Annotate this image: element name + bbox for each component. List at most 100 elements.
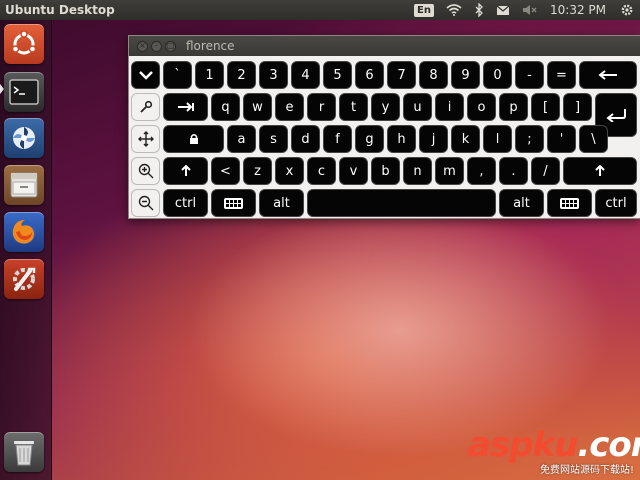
enter-arrow-icon: [606, 109, 626, 122]
key-shift-left[interactable]: [163, 157, 208, 185]
trash-icon: [14, 441, 34, 466]
key-h[interactable]: h: [387, 125, 416, 153]
bluetooth-indicator[interactable]: [468, 0, 490, 20]
maximize-button[interactable]: □: [165, 40, 176, 52]
key-n[interactable]: n: [403, 157, 432, 185]
key-s[interactable]: s: [259, 125, 288, 153]
key-bracket-left[interactable]: [: [531, 93, 560, 121]
key-4[interactable]: 4: [291, 61, 320, 89]
aspku-watermark: aspku.com 免费网站源码下载站!: [468, 425, 640, 477]
session-indicator[interactable]: [614, 0, 640, 20]
move-tool-key[interactable]: [131, 125, 160, 153]
key-bracket-right[interactable]: ]: [563, 93, 592, 121]
watermark-logo: aspku.com: [468, 425, 640, 465]
key-r[interactable]: r: [307, 93, 336, 121]
close-button[interactable]: ×: [137, 40, 148, 52]
key-backspace[interactable]: [579, 61, 637, 89]
key-7[interactable]: 7: [387, 61, 416, 89]
key-space[interactable]: [307, 189, 496, 217]
florence-titlebar[interactable]: × – □ florence: [129, 36, 640, 56]
launcher-item-trash[interactable]: [4, 432, 44, 472]
arrow-up-icon: [180, 165, 191, 176]
key-comma[interactable]: ,: [467, 157, 496, 185]
keyboard-icon: [224, 197, 243, 209]
clock[interactable]: 10:32 PM: [544, 0, 614, 20]
launcher-item-shotwell[interactable]: [4, 118, 44, 158]
launcher-item-system-settings[interactable]: [4, 259, 44, 299]
key-a[interactable]: a: [227, 125, 256, 153]
key-backslash[interactable]: \: [579, 125, 608, 153]
key-3[interactable]: 3: [259, 61, 288, 89]
file-cabinet-icon: [10, 172, 38, 198]
speaker-muted-icon: [523, 5, 537, 15]
key-super-left[interactable]: [211, 189, 256, 217]
key-d[interactable]: d: [291, 125, 320, 153]
key-semicolon[interactable]: ;: [515, 125, 544, 153]
key-t[interactable]: t: [339, 93, 368, 121]
key-9[interactable]: 9: [451, 61, 480, 89]
key-2[interactable]: 2: [227, 61, 256, 89]
key-g[interactable]: g: [355, 125, 384, 153]
terminal-icon: [9, 79, 39, 105]
key-b[interactable]: b: [371, 157, 400, 185]
key-less-than[interactable]: <: [211, 157, 240, 185]
key-c[interactable]: c: [307, 157, 336, 185]
key-u[interactable]: u: [403, 93, 432, 121]
key-ctrl-left[interactable]: ctrl: [163, 189, 208, 217]
key-backtick[interactable]: `: [163, 61, 192, 89]
key-y[interactable]: y: [371, 93, 400, 121]
system-tray: En 10:32 PM: [408, 0, 640, 20]
key-m[interactable]: m: [435, 157, 464, 185]
key-slash[interactable]: /: [531, 157, 560, 185]
key-1[interactable]: 1: [195, 61, 224, 89]
key-minus[interactable]: -: [515, 61, 544, 89]
launcher-item-dash[interactable]: [4, 24, 44, 64]
key-o[interactable]: o: [467, 93, 496, 121]
key-equals[interactable]: =: [547, 61, 576, 89]
key-i[interactable]: i: [435, 93, 464, 121]
zoom-out-icon: [138, 195, 153, 211]
key-tab[interactable]: [163, 93, 208, 121]
key-0[interactable]: 0: [483, 61, 512, 89]
key-q[interactable]: q: [211, 93, 240, 121]
key-w[interactable]: w: [243, 93, 272, 121]
key-caps-lock[interactable]: [163, 125, 224, 153]
key-alt-left[interactable]: alt: [259, 189, 304, 217]
firefox-icon: [12, 220, 36, 244]
key-6[interactable]: 6: [355, 61, 384, 89]
launcher-item-terminal[interactable]: [4, 72, 44, 112]
key-z[interactable]: z: [243, 157, 272, 185]
key-x[interactable]: x: [275, 157, 304, 185]
key-v[interactable]: v: [339, 157, 368, 185]
messaging-indicator[interactable]: [490, 0, 516, 20]
collapse-key[interactable]: [131, 61, 160, 89]
zoom-in-icon: [138, 163, 153, 179]
key-period[interactable]: .: [499, 157, 528, 185]
shotwell-icon: [13, 127, 35, 149]
unity-launcher: [0, 20, 52, 480]
launcher-item-firefox[interactable]: [4, 212, 44, 252]
key-p[interactable]: p: [499, 93, 528, 121]
launcher-item-files[interactable]: [4, 165, 44, 205]
zoom-in-tool-key[interactable]: [131, 157, 160, 185]
key-shift-right[interactable]: [563, 157, 637, 185]
key-super-right[interactable]: [547, 189, 592, 217]
chevron-down-icon: [138, 71, 153, 80]
key-j[interactable]: j: [419, 125, 448, 153]
window-title: florence: [186, 39, 235, 53]
network-indicator[interactable]: [440, 0, 468, 20]
minimize-button[interactable]: –: [151, 40, 162, 52]
key-e[interactable]: e: [275, 93, 304, 121]
key-k[interactable]: k: [451, 125, 480, 153]
sound-indicator[interactable]: [516, 0, 544, 20]
config-tool-key[interactable]: [131, 93, 160, 121]
key-quote[interactable]: ': [547, 125, 576, 153]
key-5[interactable]: 5: [323, 61, 352, 89]
key-l[interactable]: l: [483, 125, 512, 153]
key-8[interactable]: 8: [419, 61, 448, 89]
keyboard-layout-indicator[interactable]: En: [408, 0, 440, 20]
key-ctrl-right[interactable]: ctrl: [595, 189, 637, 217]
key-f[interactable]: f: [323, 125, 352, 153]
key-alt-right[interactable]: alt: [499, 189, 544, 217]
zoom-out-tool-key[interactable]: [131, 189, 160, 217]
